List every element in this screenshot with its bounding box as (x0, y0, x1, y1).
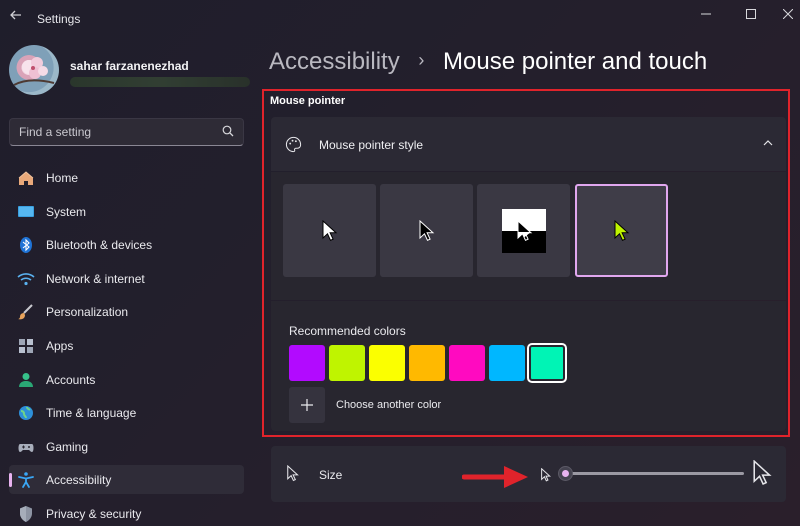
globe-icon (19, 406, 33, 421)
large-cursor-icon (753, 460, 772, 486)
sidebar-item-time-language[interactable]: Time & language (9, 398, 244, 427)
sidebar-item-bluetooth[interactable]: Bluetooth & devices (9, 230, 244, 259)
sidebar-item-label: Privacy & security (46, 506, 142, 521)
red-arrow-annotation-icon (462, 466, 528, 488)
sidebar-item-label: Personalization (46, 305, 129, 320)
sidebar-item-label: Bluetooth & devices (46, 238, 153, 253)
bluetooth-icon (20, 237, 32, 254)
sidebar-item-system[interactable]: System (9, 197, 244, 226)
accessibility-icon (18, 472, 34, 489)
user-profile[interactable]: sahar farzanenezhad (9, 45, 250, 97)
title-bar: Settings (0, 0, 800, 36)
breadcrumb-separator: › (418, 50, 425, 70)
sidebar-item-label: Apps (46, 338, 74, 353)
sidebar-item-label: Accessibility (46, 473, 112, 488)
size-slider-thumb[interactable] (558, 466, 573, 481)
sidebar-item-apps[interactable]: Apps (9, 331, 244, 360)
close-button[interactable] (770, 4, 800, 26)
small-cursor-icon (541, 468, 551, 482)
search-icon (222, 125, 234, 137)
sidebar-nav: Home System Bluetooth & devices Network … (9, 163, 244, 526)
app-title: Settings (37, 12, 81, 26)
accounts-icon (19, 372, 33, 387)
back-arrow-icon (10, 10, 21, 20)
apps-icon (19, 338, 33, 353)
search-placeholder: Find a setting (19, 125, 92, 139)
brush-icon (18, 304, 33, 320)
sidebar-item-label: Time & language (46, 406, 137, 421)
search-input[interactable]: Find a setting (9, 118, 244, 146)
wifi-icon (17, 272, 35, 285)
sidebar-item-accounts[interactable]: Accounts (9, 365, 244, 394)
user-email-redacted (70, 77, 250, 87)
maximize-icon (746, 9, 756, 19)
maximize-button[interactable] (733, 4, 769, 26)
sidebar-item-network[interactable]: Network & internet (9, 264, 244, 293)
sidebar-item-accessibility[interactable]: Accessibility (9, 465, 244, 495)
size-label: Size (319, 468, 343, 482)
system-icon (18, 205, 34, 217)
gamepad-icon (18, 443, 34, 452)
sidebar-item-label: Network & internet (46, 271, 145, 286)
close-icon (782, 8, 794, 20)
sidebar-item-label: System (46, 204, 87, 219)
sidebar-item-label: Home (46, 171, 79, 185)
sidebar-item-home[interactable]: Home (9, 163, 244, 192)
sidebar-item-gaming[interactable]: Gaming (9, 432, 244, 461)
highlight-annotation-box (262, 89, 790, 437)
minimize-button[interactable] (688, 4, 724, 26)
size-slider-track[interactable] (566, 472, 744, 475)
avatar (9, 45, 59, 95)
back-button[interactable] (6, 8, 26, 28)
home-icon (18, 171, 34, 185)
cursor-icon (287, 465, 299, 482)
shield-icon (20, 505, 32, 522)
user-name: sahar farzanenezhad (70, 59, 189, 73)
minimize-icon (701, 13, 711, 15)
sidebar-item-personalization[interactable]: Personalization (9, 297, 244, 326)
breadcrumb: Accessibility › Mouse pointer and touch (269, 48, 707, 76)
breadcrumb-parent-link[interactable]: Accessibility (269, 48, 400, 75)
page-title: Mouse pointer and touch (443, 48, 708, 75)
sidebar-item-label: Gaming (46, 439, 89, 454)
sidebar-item-privacy-security[interactable]: Privacy & security (9, 499, 244, 526)
sidebar-item-label: Accounts (46, 372, 96, 387)
